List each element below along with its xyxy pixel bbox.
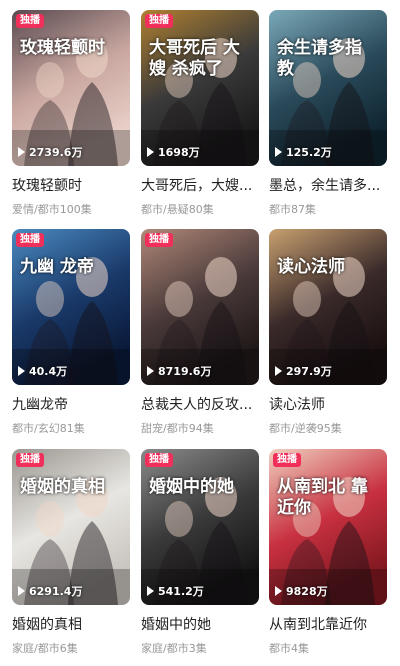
poster-image (12, 229, 130, 385)
drama-meta: 都市/悬疑80集 (141, 203, 214, 216)
poster-title-text: 婚姻中的她 (149, 477, 234, 497)
play-count-value: 9828万 (286, 585, 328, 598)
drama-card[interactable]: 余生请多指教 125.2万墨总，余生请多... 都市87集 (269, 10, 387, 217)
exclusive-badge: 独播 (16, 453, 44, 467)
exclusive-badge: 独播 (16, 233, 44, 247)
drama-card[interactable]: 玫瑰轻颤时 独播 2739.6万 玫瑰轻颤时 爱情/都市100集 (12, 10, 130, 217)
play-count: 8719.6万 (147, 363, 211, 379)
poster-image (12, 10, 130, 166)
drama-card[interactable]: 婚姻的真相 独播 6291.4万 婚姻的真相 家庭/都市6集 (12, 449, 130, 656)
play-count-value: 297.9万 (286, 365, 332, 378)
play-count-value: 2739.6万 (29, 146, 83, 159)
play-count: 541.2万 (147, 583, 204, 599)
poster-image (269, 229, 387, 385)
drama-title[interactable]: 墨总，余生请多... (269, 175, 387, 195)
drama-poster[interactable]: 九幽 龙帝 独播 40.4万 (12, 229, 130, 385)
drama-poster[interactable]: 婚姻的真相 独播 6291.4万 (12, 449, 130, 605)
drama-card[interactable]: 大哥死后 大嫂 杀疯了 独播 1698万大哥死后，大嫂... 都市/悬疑80集 (141, 10, 259, 217)
play-icon (147, 586, 154, 596)
drama-poster[interactable]: 读心法师 297.9万 (269, 229, 387, 385)
drama-title[interactable]: 婚姻中的她 (141, 614, 259, 634)
poster-title-text: 大哥死后 大嫂 杀疯了 (149, 38, 240, 79)
drama-title[interactable]: 总裁夫人的反攻... (141, 394, 259, 414)
play-count: 6291.4万 (18, 583, 82, 599)
drama-card[interactable]: 从南到北 靠近你 独播 9828万从南到北靠近你都市4集 (269, 449, 387, 656)
exclusive-badge: 独播 (145, 14, 173, 28)
drama-meta: 都市87集 (269, 203, 316, 216)
drama-meta: 爱情/都市100集 (12, 203, 92, 216)
play-icon (147, 366, 154, 376)
poster-image (269, 449, 387, 605)
play-icon (275, 366, 282, 376)
drama-poster[interactable]: 余生请多指教 125.2万 (269, 10, 387, 166)
drama-card[interactable]: 婚姻中的她 独播 541.2万 婚姻中的她 家庭/都市3集 (141, 449, 259, 656)
play-count: 2739.6万 (18, 144, 82, 160)
drama-meta: 都市4集 (269, 642, 309, 655)
play-count: 40.4万 (18, 363, 67, 379)
poster-title-text: 玫瑰轻颤时 (20, 38, 105, 58)
drama-meta: 家庭/都市6集 (12, 642, 78, 655)
drama-grid: 玫瑰轻颤时 独播 2739.6万 玫瑰轻颤时 爱情/都市100集 大哥死后 大嫂 杀疯了独… (0, 0, 400, 666)
drama-title[interactable]: 大哥死后，大嫂... (141, 175, 259, 195)
drama-poster[interactable]: 婚姻中的她 独播 541.2万 (141, 449, 259, 605)
play-icon (18, 147, 25, 157)
play-count: 9828万 (275, 583, 328, 599)
drama-meta: 家庭/都市3集 (141, 642, 207, 655)
poster-image (141, 449, 259, 605)
play-icon (275, 147, 282, 157)
exclusive-badge: 独播 (145, 453, 173, 467)
poster-title-text: 九幽 龙帝 (20, 257, 94, 277)
drama-poster[interactable]: 从南到北 靠近你 独播 9828万 (269, 449, 387, 605)
drama-title[interactable]: 玫瑰轻颤时 (12, 175, 130, 195)
drama-poster[interactable]: 独播 8719.6万 (141, 229, 259, 385)
play-icon (147, 147, 154, 157)
drama-meta: 甜宠/都市94集 (141, 422, 214, 435)
drama-card[interactable]: 九幽 龙帝 独播 40.4万九幽龙帝都市/玄幻81集 (12, 229, 130, 436)
poster-image (141, 229, 259, 385)
play-count-value: 40.4万 (29, 365, 68, 378)
play-count-value: 6291.4万 (29, 585, 83, 598)
play-count-value: 541.2万 (158, 585, 204, 598)
drama-meta: 都市/玄幻81集 (12, 422, 85, 435)
poster-image (141, 10, 259, 166)
drama-title[interactable]: 从南到北靠近你 (269, 614, 387, 634)
play-icon (275, 586, 282, 596)
drama-title[interactable]: 婚姻的真相 (12, 614, 130, 634)
drama-poster[interactable]: 大哥死后 大嫂 杀疯了 独播 1698万 (141, 10, 259, 166)
drama-title[interactable]: 九幽龙帝 (12, 394, 130, 414)
exclusive-badge: 独播 (16, 14, 44, 28)
drama-meta: 都市/逆袭95集 (269, 422, 342, 435)
drama-title[interactable]: 读心法师 (269, 394, 387, 414)
play-count-value: 8719.6万 (158, 365, 212, 378)
play-count-value: 125.2万 (286, 146, 332, 159)
drama-card[interactable]: 读心法师 297.9万 读心法师 都市/逆袭95集 (269, 229, 387, 436)
play-count-value: 1698万 (158, 146, 200, 159)
play-count: 125.2万 (275, 144, 332, 160)
poster-image (12, 449, 130, 605)
poster-title-text: 读心法师 (277, 257, 345, 277)
drama-card[interactable]: 独播 8719.6万总裁夫人的反攻... 甜宠/都市94集 (141, 229, 259, 436)
play-icon (18, 586, 25, 596)
play-count: 297.9万 (275, 363, 332, 379)
play-icon (18, 366, 25, 376)
poster-title-text: 从南到北 靠近你 (277, 477, 368, 518)
poster-image (269, 10, 387, 166)
poster-title-text: 婚姻的真相 (20, 477, 105, 497)
play-count: 1698万 (147, 144, 200, 160)
drama-poster[interactable]: 玫瑰轻颤时 独播 2739.6万 (12, 10, 130, 166)
exclusive-badge: 独播 (145, 233, 173, 247)
exclusive-badge: 独播 (273, 453, 301, 467)
poster-title-text: 余生请多指教 (277, 38, 362, 79)
